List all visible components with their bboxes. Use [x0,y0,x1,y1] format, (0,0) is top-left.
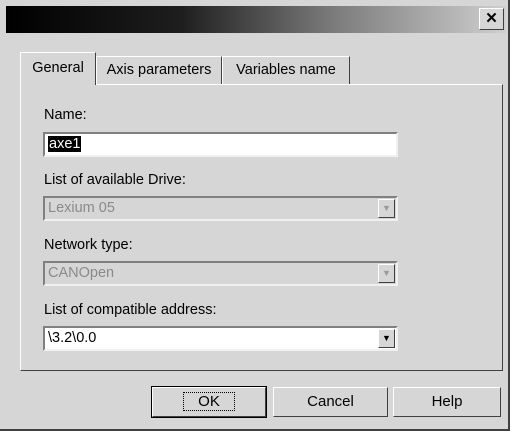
chevron-down-icon[interactable]: ▼ [378,199,395,218]
address-label: List of compatible address: [44,302,217,318]
cancel-button[interactable]: Cancel [273,387,388,417]
ok-label: OK [183,392,235,411]
name-label: Name: [44,107,87,123]
name-value: axe1 [48,136,82,152]
drive-label: List of available Drive: [44,172,186,188]
network-value: CANOpen [48,265,115,281]
name-input[interactable]: axe1 [43,132,398,157]
close-icon[interactable]: ✕ [479,8,504,30]
title-bar[interactable]: ✕ [6,6,506,33]
ok-button[interactable]: OK [151,386,267,418]
dialog-window: ✕ General Axis parameters Variables name… [0,0,510,431]
tab-axis-parameters[interactable]: Axis parameters [96,56,222,84]
drive-select[interactable]: Lexium 05 ▼ [43,196,398,221]
tab-general[interactable]: General [20,52,96,85]
network-select[interactable]: CANOpen ▼ [43,261,398,286]
drive-value: Lexium 05 [48,200,115,216]
network-label: Network type: [44,237,133,253]
help-button[interactable]: Help [393,387,501,417]
address-select[interactable]: \3.2\0.0 ▼ [43,326,398,351]
chevron-down-icon[interactable]: ▼ [378,264,395,283]
tab-variables-name[interactable]: Variables name [222,56,350,84]
address-value: \3.2\0.0 [48,330,97,346]
chevron-down-icon[interactable]: ▼ [378,329,395,348]
